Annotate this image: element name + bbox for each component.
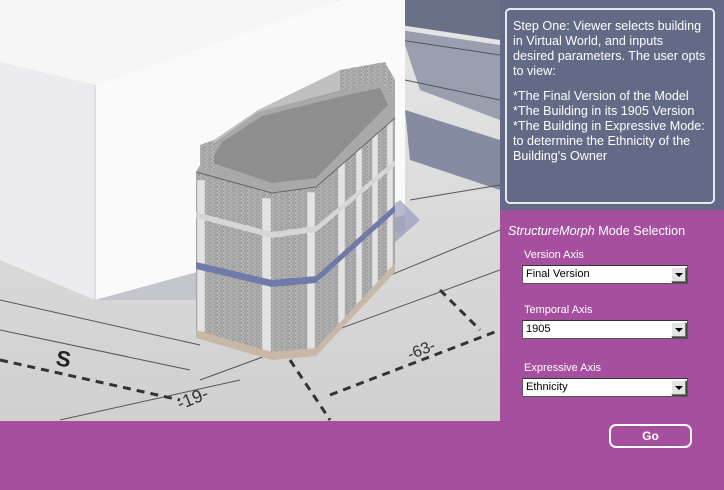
version-axis-value: Final Version xyxy=(526,268,590,280)
chevron-down-icon xyxy=(675,386,683,390)
panel-title-rest: Mode Selection xyxy=(594,224,686,238)
virtual-world-viewport[interactable]: S -19- -63- xyxy=(0,0,500,421)
temporal-axis-select[interactable]: 1905 xyxy=(522,320,688,339)
step-description-box: Step One: Viewer selects building in Vir… xyxy=(505,8,715,204)
chevron-down-icon xyxy=(675,328,683,332)
panel-title: StructureMorph Mode Selection xyxy=(508,224,685,238)
expressive-axis-value: Ethnicity xyxy=(526,381,568,393)
option-text: *The Building in Expressive Mode: to det… xyxy=(513,119,705,163)
option-text: *The Building in its 1905 Version xyxy=(513,104,695,118)
temporal-axis-label: Temporal Axis xyxy=(524,304,593,316)
version-axis-dropdown-button[interactable] xyxy=(671,267,686,282)
chevron-down-icon xyxy=(675,273,683,277)
expressive-axis-label: Expressive Axis xyxy=(524,362,602,374)
mode-selection-panel: StructureMorph Mode Selection Version Ax… xyxy=(500,210,724,421)
go-button[interactable]: Go xyxy=(609,424,692,448)
step-text: Step One: Viewer selects building in Vir… xyxy=(513,19,706,78)
version-axis-select[interactable]: Final Version xyxy=(522,265,688,284)
version-axis-label: Version Axis xyxy=(524,249,584,261)
expressive-axis-dropdown-button[interactable] xyxy=(671,380,686,395)
virtual-world-scene[interactable]: S -19- -63- xyxy=(0,0,500,421)
panel-title-product: StructureMorph xyxy=(508,224,595,238)
option-text: *The Final Version of the Model xyxy=(513,89,689,103)
expressive-axis-select[interactable]: Ethnicity xyxy=(522,378,688,397)
temporal-axis-value: 1905 xyxy=(526,323,551,335)
temporal-axis-dropdown-button[interactable] xyxy=(671,322,686,337)
